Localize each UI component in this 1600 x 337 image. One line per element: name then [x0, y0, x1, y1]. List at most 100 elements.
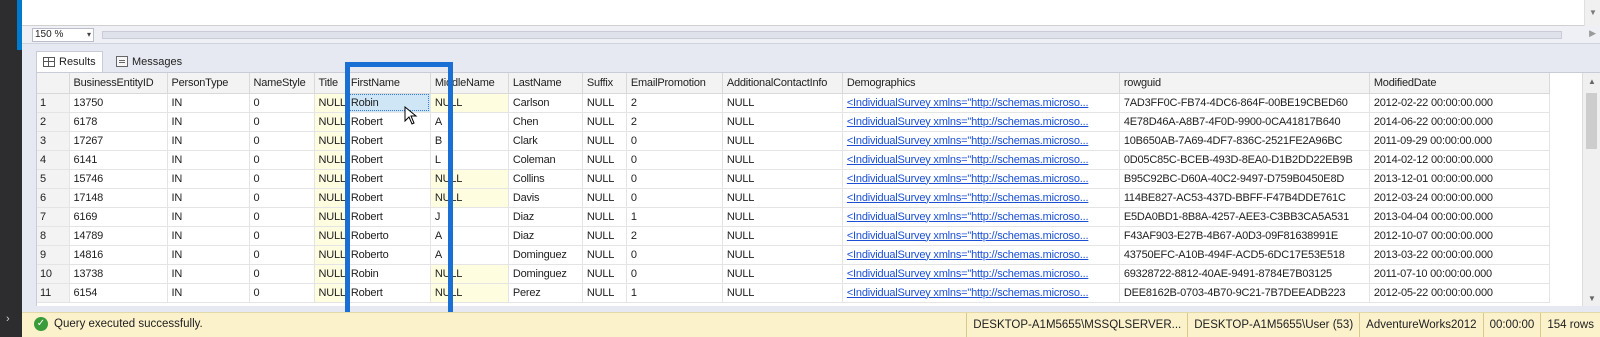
grid-cell[interactable]: Robert — [346, 150, 431, 170]
grid-cell[interactable]: DEE8162B-0703-4B70-9C21-7B7DEEADB223 — [1119, 283, 1370, 303]
grid-cell[interactable]: 6178 — [69, 112, 168, 132]
table-row[interactable]: 4 6141 IN 0 NULL Robert L Coleman NULL 0 NULL <Indi… — [37, 150, 1550, 170]
column-header[interactable]: NameStyle — [249, 73, 315, 94]
grid-cell[interactable]: NULL — [582, 169, 627, 189]
grid-cell[interactable]: 13750 — [69, 93, 168, 113]
grid-cell[interactable]: 0 — [249, 188, 315, 208]
grid-cell[interactable]: Diaz — [508, 226, 583, 246]
chevron-right-icon[interactable]: ▶ — [1589, 28, 1596, 39]
grid-cell[interactable]: NULL — [430, 188, 509, 208]
grid-cell[interactable]: 6154 — [69, 283, 168, 303]
grid-cell[interactable]: NULL — [582, 264, 627, 284]
tab-results[interactable]: Results — [36, 51, 103, 72]
row-number[interactable]: 2 — [37, 112, 70, 132]
grid-cell[interactable]: NULL — [582, 93, 627, 113]
grid-cell[interactable]: NULL — [582, 245, 627, 265]
grid-cell[interactable]: 0 — [626, 131, 723, 151]
grid-cell[interactable]: NULL — [722, 283, 843, 303]
editor-horizontal-scrollbar[interactable] — [102, 30, 1572, 40]
grid-cell[interactable]: 0 — [626, 188, 723, 208]
column-header[interactable]: BusinessEntityID — [69, 73, 168, 94]
column-header[interactable]: Suffix — [582, 73, 627, 94]
column-header[interactable]: Demographics — [842, 73, 1120, 94]
row-number[interactable]: 6 — [37, 188, 70, 208]
grid-cell[interactable]: 15746 — [69, 169, 168, 189]
column-header[interactable]: PersonType — [167, 73, 250, 94]
grid-cell[interactable]: NULL — [314, 93, 347, 113]
chevron-up-icon[interactable]: ▲ — [1588, 77, 1596, 86]
grid-cell[interactable]: Robert — [346, 283, 431, 303]
grid-cell[interactable]: 0 — [249, 169, 315, 189]
grid-cell[interactable]: 69328722-8812-40AE-9491-8784E7B03125 — [1119, 264, 1370, 284]
grid-cell[interactable]: IN — [167, 169, 250, 189]
grid-cell[interactable]: 0 — [626, 264, 723, 284]
grid-cell[interactable]: Carlson — [508, 93, 583, 113]
grid-cell[interactable]: NULL — [314, 188, 347, 208]
table-row[interactable]: 1 13750 IN 0 NULL Robin NULL Carlson NULL 2 NULL <I… — [37, 93, 1550, 113]
grid-cell[interactable]: 2013-04-04 00:00:00.000 — [1369, 207, 1550, 227]
xml-link-cell[interactable]: <IndividualSurvey xmlns="http://schemas.… — [842, 188, 1120, 208]
grid-cell[interactable]: NULL — [314, 283, 347, 303]
grid-cell[interactable]: 2014-02-12 00:00:00.000 — [1369, 150, 1550, 170]
column-header[interactable]: EmailPromotion — [626, 73, 723, 94]
grid-cell[interactable]: 114BE827-AC53-437D-BBFF-F47B4DDE761C — [1119, 188, 1370, 208]
grid-cell[interactable]: IN — [167, 188, 250, 208]
grid-cell[interactable]: 0 — [249, 226, 315, 246]
grid-cell[interactable]: 2 — [626, 93, 723, 113]
grid-cell[interactable]: NULL — [722, 112, 843, 132]
editor-scrollbar[interactable]: ▼ — [1584, 0, 1600, 26]
grid-cell[interactable]: NULL — [722, 93, 843, 113]
grid-cell[interactable]: 0 — [249, 283, 315, 303]
grid-cell[interactable]: A — [430, 226, 509, 246]
grid-cell[interactable]: 4E78D46A-A8B7-4F0D-9900-0CA41817B640 — [1119, 112, 1370, 132]
grid-cell[interactable]: Robert — [346, 207, 431, 227]
grid-cell[interactable]: 1 — [626, 283, 723, 303]
grid-cell[interactable]: IN — [167, 93, 250, 113]
grid-cell[interactable]: Robert — [346, 131, 431, 151]
grid-cell[interactable]: Clark — [508, 131, 583, 151]
grid-cell[interactable]: NULL — [314, 131, 347, 151]
grid-cell[interactable]: NULL — [582, 188, 627, 208]
grid-cell[interactable]: A — [430, 245, 509, 265]
table-row[interactable]: 7 6169 IN 0 NULL Robert J Diaz NULL 1 NULL <Individ… — [37, 207, 1550, 227]
grid-cell[interactable]: 6141 — [69, 150, 168, 170]
grid-cell[interactable]: 0 — [249, 150, 315, 170]
results-grid[interactable]: BusinessEntityID PersonType NameStyle Title… — [36, 72, 1600, 306]
grid-cell[interactable]: 0 — [249, 264, 315, 284]
grid-cell[interactable]: NULL — [430, 169, 509, 189]
grid-cell[interactable]: NULL — [722, 150, 843, 170]
grid-cell[interactable]: 14789 — [69, 226, 168, 246]
zoom-select[interactable]: 150 % ▾ — [32, 28, 94, 42]
table-row[interactable]: 8 14789 IN 0 NULL Roberto A Diaz NULL 2 NULL <Indiv… — [37, 226, 1550, 246]
grid-cell[interactable]: 1 — [626, 207, 723, 227]
column-header[interactable]: rowguid — [1119, 73, 1370, 94]
grid-cell[interactable]: 2013-12-01 00:00:00.000 — [1369, 169, 1550, 189]
xml-link-cell[interactable]: <IndividualSurvey xmlns="http://schemas.… — [842, 207, 1120, 227]
table-row[interactable]: 6 17148 IN 0 NULL Robert NULL Davis NULL 0 NULL <In… — [37, 188, 1550, 208]
column-header[interactable]: ModifiedDate — [1369, 73, 1550, 94]
grid-cell[interactable]: J — [430, 207, 509, 227]
grid-cell[interactable]: A — [430, 112, 509, 132]
grid-cell[interactable]: NULL — [722, 169, 843, 189]
grid-cell[interactable]: NULL — [582, 226, 627, 246]
grid-cell[interactable]: NULL — [314, 245, 347, 265]
grid-cell[interactable]: 2011-07-10 00:00:00.000 — [1369, 264, 1550, 284]
table-row[interactable]: 5 15746 IN 0 NULL Robert NULL Collins NULL 0 NULL <… — [37, 169, 1550, 189]
grid-cell[interactable]: NULL — [582, 207, 627, 227]
grid-cell[interactable]: IN — [167, 226, 250, 246]
grid-cell[interactable]: NULL — [430, 93, 509, 113]
grid-cell[interactable]: Robert — [346, 169, 431, 189]
grid-cell[interactable]: NULL — [314, 207, 347, 227]
grid-cell[interactable]: Diaz — [508, 207, 583, 227]
grid-cell[interactable]: NULL — [722, 226, 843, 246]
grid-cell[interactable]: NULL — [582, 283, 627, 303]
grid-cell[interactable]: 43750EFC-A10B-494F-ACD5-6DC17E53E518 — [1119, 245, 1370, 265]
grid-cell[interactable]: IN — [167, 245, 250, 265]
grid-cell[interactable]: NULL — [722, 188, 843, 208]
grid-cell[interactable]: NULL — [314, 264, 347, 284]
scrollbar-thumb[interactable] — [102, 31, 1562, 39]
grid-cell[interactable]: Robert — [346, 188, 431, 208]
grid-cell[interactable]: NULL — [314, 169, 347, 189]
grid-cell[interactable]: 0 — [626, 245, 723, 265]
grid-cell[interactable]: NULL — [722, 131, 843, 151]
